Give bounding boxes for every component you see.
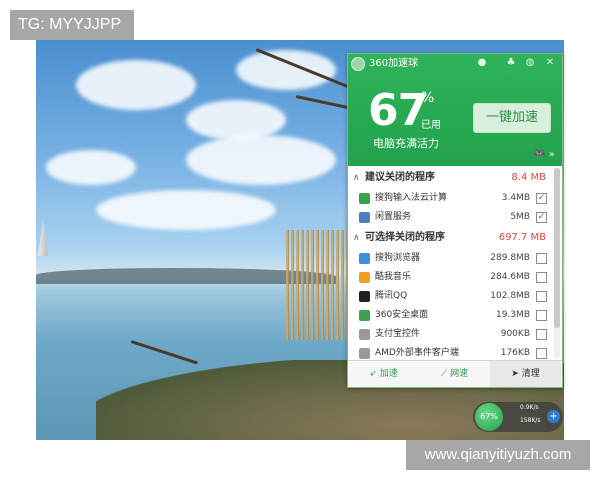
tab-cleanup[interactable]: ➤ 清理 bbox=[490, 361, 561, 387]
amd-client-icon bbox=[359, 348, 370, 359]
tab-label: 加速 bbox=[379, 369, 398, 379]
speedup-panel: 360加速球 ● ♣ ◍ ✕ 67 % 已用 电脑充满活力 一键加速 🎮 » ∧… bbox=[347, 53, 563, 388]
ladybug-icon[interactable]: ● bbox=[476, 57, 488, 69]
chevron-up-icon: ∧ bbox=[353, 233, 360, 243]
process-size: 102.8MB bbox=[490, 291, 530, 301]
optional-section-size: 697.7 MB bbox=[498, 232, 546, 243]
sogou-browser-icon bbox=[359, 253, 370, 264]
process-checkbox[interactable] bbox=[536, 253, 547, 264]
process-checkbox[interactable] bbox=[536, 272, 547, 283]
sogou-cloud-icon bbox=[359, 193, 370, 204]
one-click-boost-button[interactable]: 一键加速 bbox=[473, 103, 551, 133]
suggest-section-header[interactable]: ∧ 建议关闭的程序 8.4 MB bbox=[348, 168, 552, 188]
sailboat bbox=[38, 218, 48, 256]
process-size: 284.6MB bbox=[490, 272, 530, 282]
status-text: 电脑充满活力 bbox=[373, 137, 439, 150]
cloud bbox=[96, 190, 276, 230]
panel-title: 360加速球 bbox=[369, 58, 419, 69]
process-checkbox[interactable] bbox=[536, 329, 547, 340]
percent-unit: % bbox=[421, 90, 435, 106]
cloud bbox=[46, 150, 136, 185]
process-size: 19.3MB bbox=[496, 310, 530, 320]
reeds bbox=[286, 230, 356, 340]
process-checkbox[interactable] bbox=[536, 310, 547, 321]
process-checkbox[interactable]: ✓ bbox=[536, 212, 547, 223]
plus-icon[interactable]: + bbox=[547, 410, 560, 423]
optional-section-label: 可选择关闭的程序 bbox=[365, 232, 445, 243]
alipay-control-icon bbox=[359, 329, 370, 340]
rocket-icon: ➶ bbox=[369, 369, 377, 379]
broom-icon: ➤ bbox=[511, 369, 519, 379]
process-name: 搜狗输入法云计算 bbox=[375, 193, 448, 203]
tab-speedup[interactable]: ➶ 加速 bbox=[348, 361, 419, 387]
scrollbar-thumb[interactable] bbox=[554, 168, 560, 328]
float-percent[interactable]: 67% bbox=[475, 403, 503, 431]
tab-label: 网速 bbox=[450, 369, 469, 379]
cloud bbox=[76, 60, 196, 110]
process-row[interactable]: 搜狗浏览器 289.8MB bbox=[348, 249, 552, 268]
watermark-top: TG: MYYJJPP bbox=[10, 10, 134, 40]
upload-speed: 0.9K/s bbox=[520, 404, 539, 411]
scrollbar[interactable] bbox=[554, 168, 560, 358]
suggest-section-size: 8.4 MB bbox=[511, 172, 546, 183]
process-size: 900KB bbox=[500, 329, 530, 339]
floating-speed-ball[interactable]: 67% 0.9K/s 158K/s + bbox=[473, 402, 563, 432]
tab-label: 清理 bbox=[521, 369, 540, 379]
process-name: 闲置服务 bbox=[375, 212, 412, 222]
process-row[interactable]: 腾讯QQ 102.8MB bbox=[348, 287, 552, 306]
panel-header: 360加速球 ● ♣ ◍ ✕ 67 % 已用 电脑充满活力 一键加速 🎮 » bbox=[348, 54, 562, 166]
shirt-skin-icon[interactable]: ♣ bbox=[505, 57, 517, 69]
memory-percent: 67 bbox=[368, 85, 428, 136]
process-name: 酷我音乐 bbox=[375, 272, 412, 282]
user-avatar-icon[interactable] bbox=[351, 57, 365, 71]
process-checkbox[interactable] bbox=[536, 348, 547, 359]
process-name: 支付宝控件 bbox=[375, 329, 421, 339]
process-name: 腾讯QQ bbox=[375, 291, 408, 301]
gamepad-icon[interactable]: 🎮 » bbox=[533, 149, 555, 160]
suggest-section-label: 建议关闭的程序 bbox=[365, 172, 435, 183]
kuwo-music-icon bbox=[359, 272, 370, 283]
process-name: 360安全桌面 bbox=[375, 310, 429, 320]
process-name: 搜狗浏览器 bbox=[375, 253, 421, 263]
used-label: 已用 bbox=[421, 120, 441, 131]
process-size: 5MB bbox=[510, 212, 530, 222]
360-desktop-icon bbox=[359, 310, 370, 321]
idle-service-icon bbox=[359, 212, 370, 223]
close-icon[interactable]: ✕ bbox=[544, 57, 556, 69]
optional-section-header[interactable]: ∧ 可选择关闭的程序 697.7 MB bbox=[348, 228, 552, 248]
qq-penguin-icon bbox=[359, 291, 370, 302]
process-size: 3.4MB bbox=[501, 193, 530, 203]
watermark-bottom: www.qianyitiyuzh.com bbox=[406, 440, 590, 470]
process-row[interactable]: 闲置服务 5MB ✓ bbox=[348, 208, 552, 227]
process-row[interactable]: 支付宝控件 900KB bbox=[348, 325, 552, 344]
cloud bbox=[186, 135, 336, 185]
tab-network-speed[interactable]: ⟋ 网速 bbox=[419, 361, 490, 387]
network-speed-icon: ⟋ bbox=[440, 369, 448, 379]
chevron-up-icon: ∧ bbox=[353, 173, 360, 183]
process-checkbox[interactable] bbox=[536, 291, 547, 302]
download-speed: 158K/s bbox=[520, 417, 541, 424]
chat-bubble-icon[interactable]: ◍ bbox=[524, 57, 536, 69]
process-row[interactable]: 酷我音乐 284.6MB bbox=[348, 268, 552, 287]
cloud bbox=[186, 100, 286, 140]
process-size: 289.8MB bbox=[490, 253, 530, 263]
process-row[interactable]: 搜狗输入法云计算 3.4MB ✓ bbox=[348, 189, 552, 208]
process-row[interactable]: 360安全桌面 19.3MB bbox=[348, 306, 552, 325]
cloud bbox=[236, 50, 336, 90]
bottom-tabs: ➶ 加速 ⟋ 网速 ➤ 清理 bbox=[348, 360, 562, 387]
process-checkbox[interactable]: ✓ bbox=[536, 193, 547, 204]
